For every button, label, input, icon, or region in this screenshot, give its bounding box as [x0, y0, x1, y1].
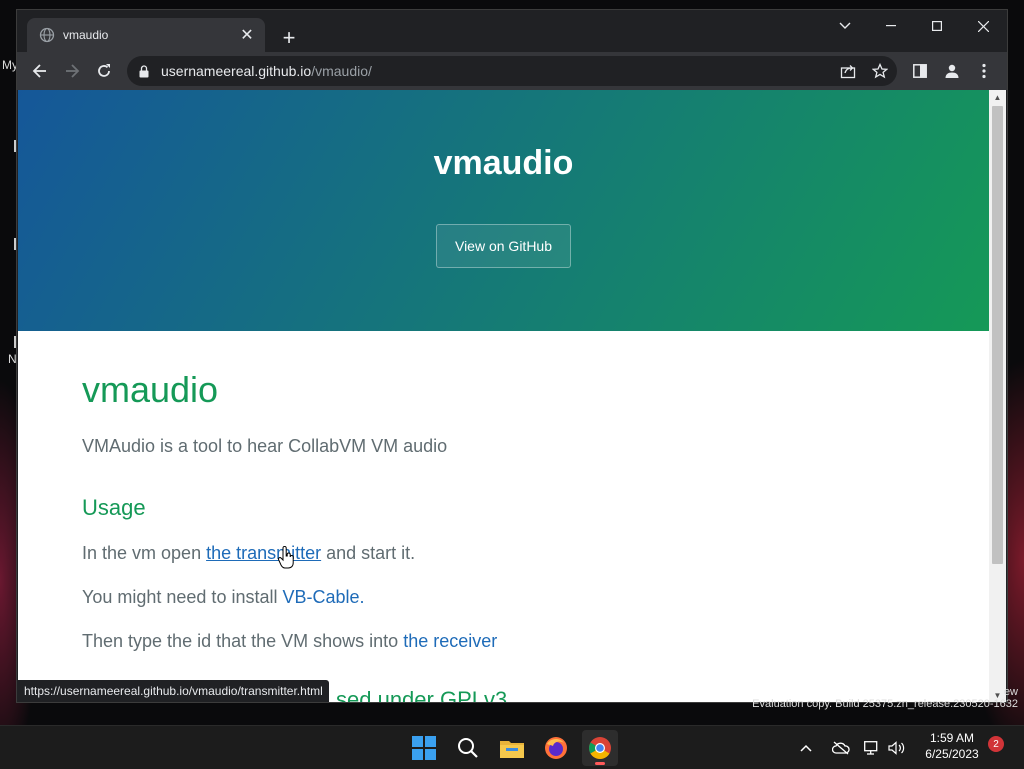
reload-button[interactable]	[90, 57, 118, 85]
globe-icon	[39, 27, 55, 43]
show-hidden-icons-chevron-icon[interactable]	[800, 726, 812, 769]
system-clock[interactable]: 1:59 AM 6/25/2023	[912, 730, 992, 762]
start-button-windows-icon[interactable]	[406, 730, 442, 766]
browser-toolbar: usernameereal.github.io/vmaudio/	[17, 52, 1007, 90]
active-indicator	[595, 762, 605, 765]
url-host: usernameereal.github.io	[161, 63, 312, 79]
url-path: /vmaudio/	[311, 63, 372, 79]
clock-date: 6/25/2023	[925, 747, 979, 761]
new-tab-button[interactable]: +	[275, 24, 303, 52]
windows-watermark: ew Evaluation copy. Build 25375.zn_relea…	[752, 686, 1018, 710]
text: In the vm open	[82, 543, 207, 563]
back-button[interactable]	[26, 57, 54, 85]
browser-window: vmaudio ✕ + usernameereal.github.io/vmau…	[17, 10, 1007, 702]
transmitter-link[interactable]: the transmitter	[206, 543, 321, 563]
address-url: usernameereal.github.io/vmaudio/	[161, 63, 372, 79]
tab-strip: vmaudio ✕ +	[17, 10, 1007, 52]
lock-icon[interactable]	[139, 64, 153, 78]
view-on-github-button[interactable]: View on GitHub	[436, 224, 571, 268]
close-window-button[interactable]	[960, 10, 1006, 42]
tab-search-icon[interactable]	[822, 10, 868, 42]
notification-badge[interactable]: 2	[988, 736, 1004, 752]
profile-icon[interactable]	[938, 57, 966, 85]
maximize-button[interactable]	[914, 10, 960, 42]
receiver-link[interactable]: the receiver	[403, 631, 497, 651]
address-bar[interactable]: usernameereal.github.io/vmaudio/	[127, 56, 897, 86]
text: Then type the id that the VM shows into	[82, 631, 404, 651]
watermark-fragment: ew	[1003, 686, 1018, 698]
close-tab-icon[interactable]: ✕	[237, 25, 257, 45]
usage-step-2: You might need to install VB-Cable.	[82, 587, 365, 608]
intro-text: VMAudio is a tool to hear CollabVM VM au…	[82, 436, 448, 456]
desktop-label: N	[8, 352, 17, 366]
usage-step-1: In the vm open the transmitter and start…	[82, 543, 415, 564]
menu-kebab-icon[interactable]	[970, 57, 998, 85]
vb-cable-link[interactable]: VB-Cable.	[282, 587, 364, 607]
taskbar: 1:59 AM 6/25/2023	[0, 725, 1024, 769]
volume-icon[interactable]	[888, 726, 906, 769]
page-viewport: vmaudio View on GitHub vmaudio VMAudio i…	[18, 90, 989, 702]
page-heading: vmaudio	[82, 369, 219, 410]
share-icon[interactable]	[834, 57, 862, 85]
tab-vmaudio[interactable]: vmaudio ✕	[27, 18, 265, 52]
hand-cursor-icon	[278, 546, 294, 569]
clock-time: 1:59 AM	[929, 731, 975, 745]
onedrive-icon[interactable]	[832, 726, 850, 769]
page-header: vmaudio View on GitHub	[18, 90, 989, 331]
search-icon[interactable]	[450, 730, 486, 766]
status-bubble: https://usernameereal.github.io/vmaudio/…	[18, 680, 329, 702]
tab-title: vmaudio	[63, 28, 109, 42]
desktop-label: My	[2, 58, 18, 72]
scrollbar-thumb[interactable]	[992, 106, 1003, 564]
watermark-text: Evaluation copy. Build 25375.zn_release.…	[752, 698, 1018, 710]
scroll-up-arrow-icon[interactable]: ▲	[989, 90, 1006, 104]
usage-step-3: Then type the id that the VM shows into …	[82, 631, 497, 652]
project-title: vmaudio	[433, 144, 574, 182]
minimize-button[interactable]	[868, 10, 914, 42]
forward-button[interactable]	[58, 57, 86, 85]
usage-heading: Usage	[82, 495, 146, 520]
side-panel-icon[interactable]	[906, 57, 934, 85]
page-scrollbar[interactable]: ▲ ▼	[989, 90, 1006, 702]
bookmark-star-icon[interactable]	[866, 57, 894, 85]
license-heading: sed under GPLv3	[336, 687, 508, 702]
text: You might need to install	[82, 587, 283, 607]
network-icon[interactable]	[864, 726, 880, 769]
file-explorer-icon[interactable]	[494, 730, 530, 766]
chrome-icon[interactable]	[582, 730, 618, 766]
text: and start it.	[321, 543, 416, 563]
firefox-icon[interactable]	[538, 730, 574, 766]
